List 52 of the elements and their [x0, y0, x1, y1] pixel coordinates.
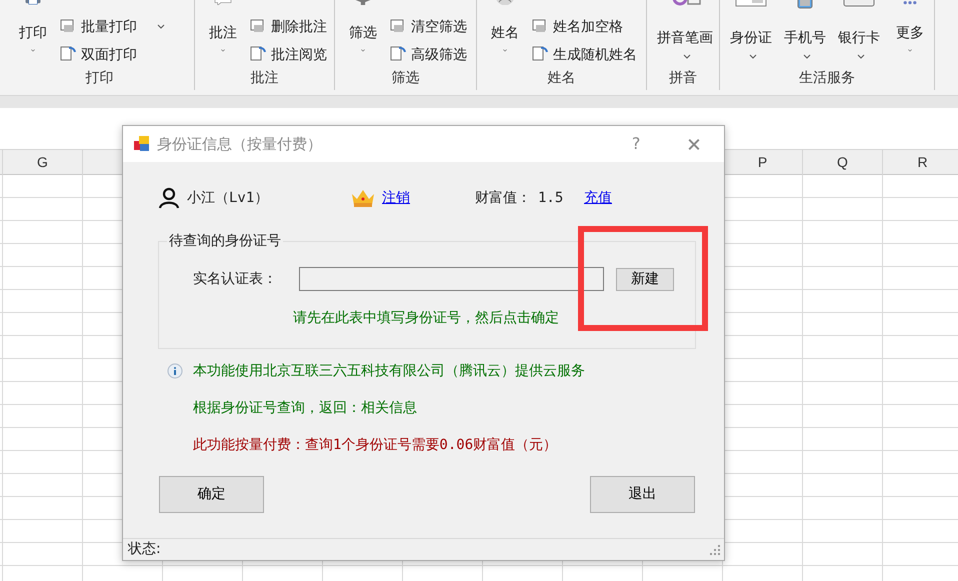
ok-button[interactable]: 确定 [159, 476, 264, 513]
group-label: 打印 [84, 68, 114, 87]
ribbon-button[interactable]: 手机号 [780, 0, 830, 68]
ribbon-button[interactable]: 更多 [888, 0, 932, 68]
group-label: 筛选 [390, 68, 420, 87]
group-label: 拼音 [668, 68, 698, 87]
ribbon-button[interactable]: 打印 [11, 0, 55, 68]
group-label: 批注 [250, 68, 280, 87]
ribbon-button[interactable]: 高级筛选 [389, 44, 467, 64]
ribbon-button[interactable]: 银行卡 [834, 0, 884, 68]
resize-grip-icon [710, 544, 720, 554]
app-icon [133, 135, 151, 153]
ribbon-button[interactable]: 清空筛选 [389, 16, 467, 36]
new-button[interactable]: 新建 [616, 268, 674, 290]
crown-icon [351, 188, 375, 208]
note-text: 根据身份证号查询，返回：相关信息 [193, 398, 417, 418]
group-title: 待查询的身份证号 [167, 232, 283, 250]
exit-button[interactable]: 退出 [590, 476, 695, 513]
document-icon [59, 45, 77, 63]
window-title: 身份证信息（按量付费） [157, 134, 323, 155]
ribbon-button[interactable]: 删除批注 [249, 16, 327, 36]
ribbon-button[interactable]: 筛选 [341, 0, 385, 68]
ribbon-button[interactable]: 批量打印 [59, 16, 165, 36]
user-name: 小江（Lv1） [187, 188, 270, 208]
document-icon [249, 45, 267, 63]
ribbon-button[interactable]: 身份证 [726, 0, 776, 68]
ribbon-button[interactable]: 批注 [201, 0, 245, 68]
table-input[interactable] [299, 267, 604, 291]
wealth-value: 1.5 [538, 188, 564, 208]
hint-text: 请先在此表中填写身份证号，然后点击确定 [292, 309, 560, 328]
document-icon [531, 45, 549, 63]
recharge-link[interactable]: 充值 [584, 188, 612, 208]
logout-link[interactable]: 注销 [382, 188, 475, 208]
ribbon-button[interactable]: 批注阅览 [249, 44, 327, 64]
status-label: 状态: [128, 540, 161, 559]
ribbon-button[interactable]: 生成随机姓名 [531, 44, 637, 64]
ribbon-button[interactable]: 姓名加空格 [531, 16, 637, 36]
document-icon [389, 45, 407, 63]
note-text: 此功能按量付费：查询1个身份证号需要0.06财富值（元） [193, 436, 558, 454]
column-header: G [3, 150, 83, 175]
ribbon-button[interactable]: 姓名 [483, 0, 527, 68]
note-text: 本功能使用北京互联三六五科技有限公司（腾讯云）提供云服务 [193, 362, 585, 380]
wealth-label: 财富值： [475, 188, 531, 208]
user-icon [158, 187, 180, 209]
ribbon-button[interactable]: 双面打印 [59, 44, 165, 64]
field-label: 实名认证表： [193, 270, 277, 288]
column-header: Q [803, 150, 883, 175]
ribbon-button[interactable]: 拼音笔画 [653, 0, 717, 68]
column-header: R [883, 150, 958, 175]
group-label: 姓名 [546, 68, 576, 87]
info-icon [167, 363, 183, 379]
group-label: 生活服务 [798, 68, 856, 87]
